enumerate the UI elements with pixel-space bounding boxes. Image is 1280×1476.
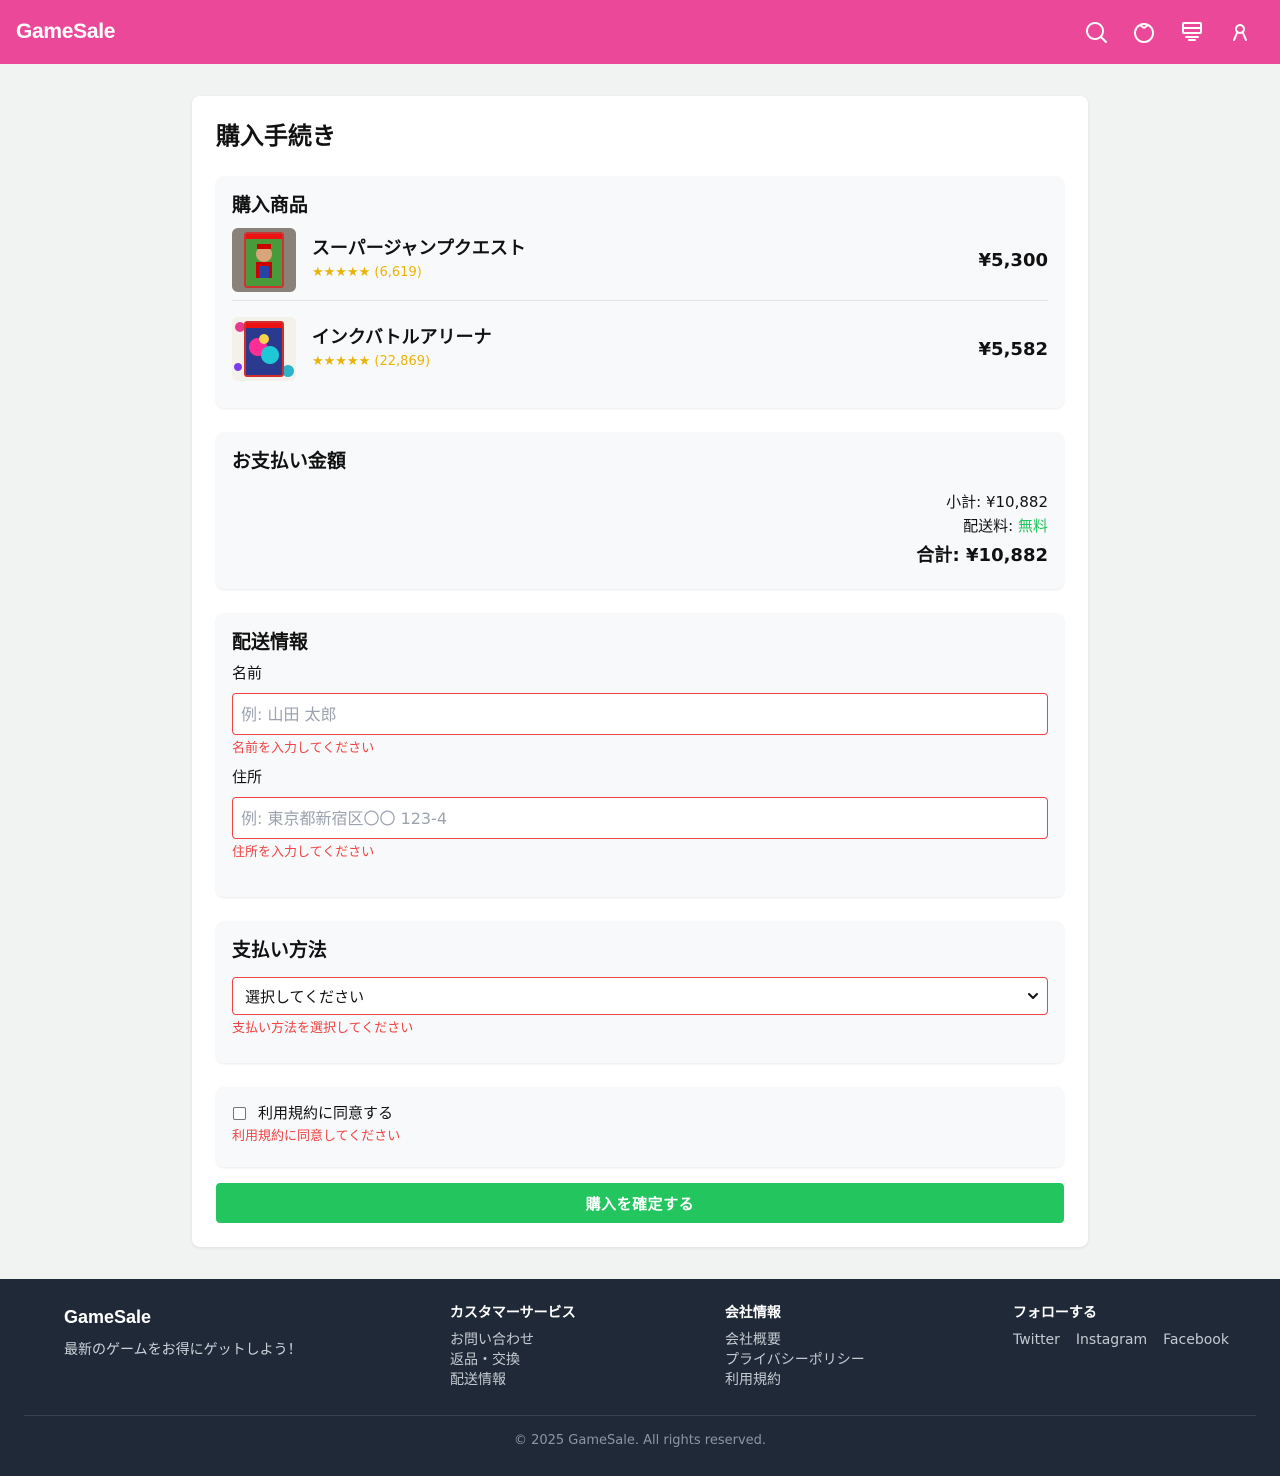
products-section: 購入商品 スーパージャンプクエスト ★★★★★ (6,619) ¥5,300 イ… xyxy=(216,176,1064,408)
product-rating: ★★★★★ (6,619) xyxy=(312,263,979,283)
footer-company: 会社情報 会社概要 プライバシーポリシー 利用規約 xyxy=(725,1303,865,1390)
item-divider xyxy=(232,300,1048,301)
page-title: 購入手続き xyxy=(216,122,336,150)
confirm-purchase-button[interactable]: 購入を確定する xyxy=(216,1183,1064,1223)
product-item: インクバトルアリーナ ★★★★★ (22,869) ¥5,582 xyxy=(232,317,1048,381)
shipping-info-section: 配送情報 名前 名前を入力してください 住所 住所を入力してください xyxy=(216,613,1064,897)
terms-checkbox[interactable] xyxy=(233,1106,246,1120)
shipping-value: 無料 xyxy=(1017,517,1048,535)
chevron-down-icon xyxy=(1028,993,1038,999)
footer-brand[interactable]: GameSale xyxy=(64,1307,151,1328)
product-item: スーパージャンプクエスト ★★★★★ (6,619) ¥5,300 xyxy=(232,228,1048,292)
instagram-link[interactable]: Instagram xyxy=(1076,1330,1147,1350)
header-icons xyxy=(1072,12,1264,52)
footer-link[interactable]: 返品・交換 xyxy=(450,1350,576,1370)
product-name[interactable]: スーパージャンプクエスト xyxy=(312,237,979,261)
payment-method-select[interactable]: 選択してください xyxy=(232,977,1048,1015)
facebook-link[interactable]: Facebook xyxy=(1163,1330,1229,1350)
subtotal-value: ¥10,882 xyxy=(985,493,1048,511)
terms-label[interactable]: 利用規約に同意する xyxy=(258,1101,393,1125)
payment-method-section: 支払い方法 選択してください 支払い方法を選択してください xyxy=(216,921,1064,1063)
search-icon[interactable] xyxy=(1072,12,1120,52)
subtotal-row: 小計: ¥10,882 xyxy=(232,490,1048,514)
subtotal-label: 小計: xyxy=(946,493,986,511)
user-icon[interactable] xyxy=(1216,12,1264,52)
logo[interactable]: GameSale xyxy=(16,20,115,44)
review-count: (6,619) xyxy=(374,265,422,280)
products-title: 購入商品 xyxy=(232,194,309,216)
product-thumbnail xyxy=(232,317,296,381)
footer-col-title: 会社情報 xyxy=(725,1305,781,1321)
footer-link[interactable]: プライバシーポリシー xyxy=(725,1350,865,1370)
star-rating-icon: ★★★★★ xyxy=(312,354,371,369)
footer-link[interactable]: 配送情報 xyxy=(450,1370,576,1390)
footer: GameSale 最新のゲームをお得にゲットしよう！ カスタマーサービス お問い… xyxy=(0,1279,1280,1476)
address-field[interactable] xyxy=(232,797,1048,839)
total-row: 合計: ¥10,882 xyxy=(232,542,1048,570)
terms-section: 利用規約に同意する 利用規約に同意してください xyxy=(216,1087,1064,1167)
product-price: ¥5,300 xyxy=(978,249,1048,271)
footer-link[interactable]: 会社概要 xyxy=(725,1330,865,1350)
payment-method-selected: 選択してください xyxy=(245,987,365,1006)
payment-method-error: 支払い方法を選択してください xyxy=(232,1021,414,1036)
payment-method-title: 支払い方法 xyxy=(232,939,328,961)
name-label: 名前 xyxy=(232,664,263,682)
star-rating-icon: ★★★★★ xyxy=(312,265,371,280)
checkout-card: 購入手続き 購入商品 スーパージャンプクエスト ★★★★★ (6,619) ¥5… xyxy=(192,96,1088,1247)
product-price: ¥5,582 xyxy=(978,338,1048,360)
product-thumbnail xyxy=(232,228,296,292)
review-count: (22,869) xyxy=(374,354,431,369)
name-error: 名前を入力してください xyxy=(232,741,375,756)
payment-summary-title: お支払い金額 xyxy=(232,450,347,472)
name-field[interactable] xyxy=(232,693,1048,735)
footer-link[interactable]: お問い合わせ xyxy=(450,1330,576,1350)
shipping-info-title: 配送情報 xyxy=(232,631,309,653)
footer-col-title: カスタマーサービス xyxy=(450,1305,576,1321)
footer-col-title: フォローする xyxy=(1013,1305,1097,1321)
address-error: 住所を入力してください xyxy=(232,845,375,860)
footer-follow: フォローする Twitter Instagram Facebook xyxy=(1013,1303,1229,1350)
terms-error: 利用規約に同意してください xyxy=(232,1129,401,1144)
social-links: Twitter Instagram Facebook xyxy=(1013,1330,1229,1350)
address-label: 住所 xyxy=(232,768,263,786)
totals-block: 小計: ¥10,882 配送料: 無料 合計: ¥10,882 xyxy=(232,490,1048,570)
shipping-row: 配送料: 無料 xyxy=(232,514,1048,538)
total-label: 合計: xyxy=(916,545,967,566)
footer-link[interactable]: 利用規約 xyxy=(725,1370,865,1390)
shipping-label: 配送料: xyxy=(963,517,1018,535)
terms-row: 利用規約に同意する xyxy=(232,1101,1048,1125)
footer-tagline: 最新のゲームをお得にゲットしよう！ xyxy=(64,1342,302,1358)
top-navbar: GameSale xyxy=(0,0,1280,64)
footer-customer-service: カスタマーサービス お問い合わせ 返品・交換 配送情報 xyxy=(450,1303,576,1390)
product-rating: ★★★★★ (22,869) xyxy=(312,352,979,372)
globe-icon[interactable] xyxy=(1120,12,1168,52)
total-value: ¥10,882 xyxy=(966,545,1048,566)
product-name[interactable]: インクバトルアリーナ xyxy=(312,326,979,350)
footer-divider xyxy=(24,1415,1256,1416)
cart-icon[interactable] xyxy=(1168,12,1216,52)
twitter-link[interactable]: Twitter xyxy=(1013,1330,1060,1350)
payment-summary-section: お支払い金額 小計: ¥10,882 配送料: 無料 合計: ¥10,882 xyxy=(216,432,1064,589)
copyright: © 2025 GameSale. All rights reserved. xyxy=(513,1433,767,1448)
